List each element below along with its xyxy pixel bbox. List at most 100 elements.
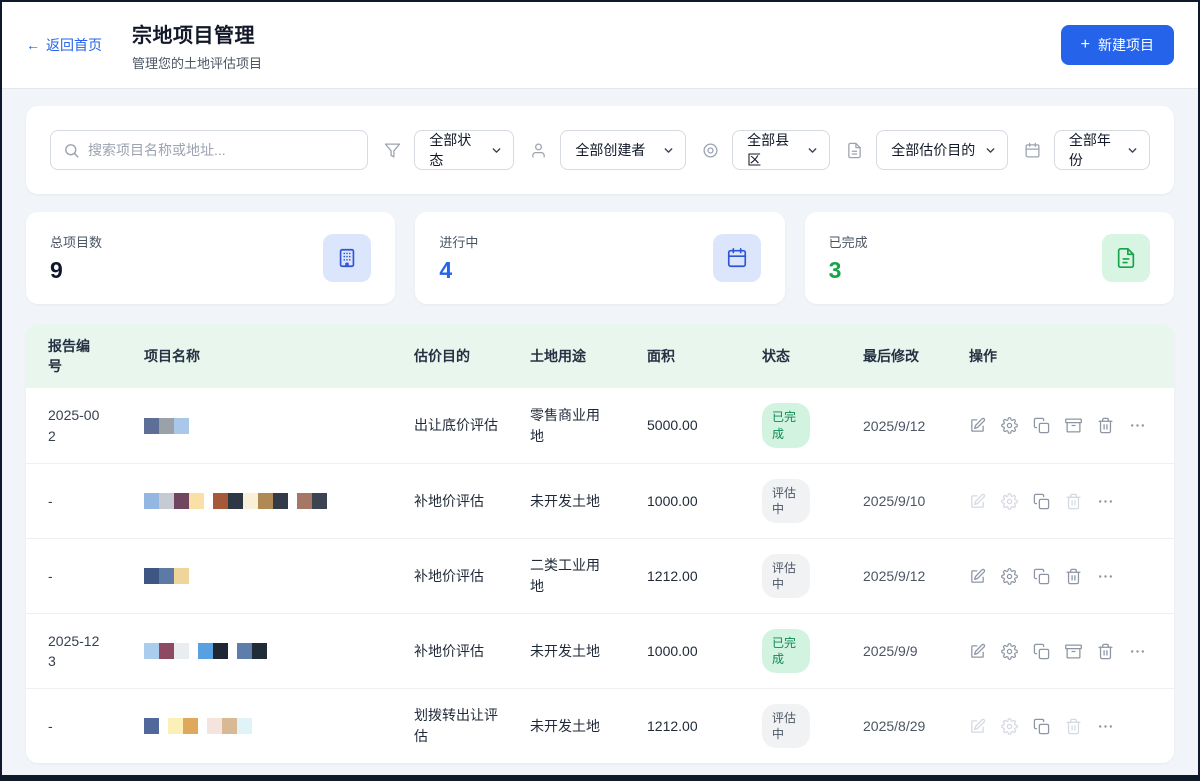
redaction-block — [207, 718, 222, 734]
settings-icon[interactable] — [1001, 568, 1018, 585]
area-value: 1000.00 — [647, 493, 698, 509]
purpose-filter-select[interactable]: 全部估价目的 — [876, 130, 1008, 170]
search-icon — [63, 142, 80, 159]
settings-icon[interactable] — [1001, 643, 1018, 660]
more-icon[interactable] — [1129, 417, 1146, 434]
valuation-purpose: 补地价评估 — [414, 491, 508, 512]
redaction-gap — [228, 643, 237, 659]
location-icon — [702, 142, 719, 159]
col-header-land-use: 土地用途 — [530, 346, 647, 366]
plus-icon: + — [1081, 37, 1090, 53]
creator-filter-select[interactable]: 全部创建者 — [560, 130, 686, 170]
settings-icon[interactable] — [1001, 417, 1018, 434]
project-name-redacted — [144, 493, 414, 509]
copy-icon[interactable] — [1033, 568, 1050, 585]
table-row: -补地价评估二类工业用地1212.00m²评估中2025/9/12 — [26, 538, 1174, 613]
area-value: 1000.00 — [647, 643, 698, 659]
redaction-block — [273, 493, 288, 509]
edit-icon[interactable] — [969, 568, 986, 585]
col-header-purpose: 估价目的 — [414, 346, 530, 366]
project-name-redacted — [144, 643, 414, 659]
redaction-block — [144, 493, 159, 509]
back-link-label: 返回首页 — [46, 35, 102, 55]
edit-icon — [969, 493, 986, 510]
row-actions — [969, 718, 1152, 735]
archive-icon[interactable] — [1065, 643, 1082, 660]
edit-icon[interactable] — [969, 643, 986, 660]
chevron-down-icon — [662, 144, 675, 157]
col-header-actions: 操作 — [969, 346, 1152, 366]
valuation-purpose: 划拨转出让评估 — [414, 705, 508, 747]
edit-icon[interactable] — [969, 417, 986, 434]
chevron-down-icon — [984, 144, 997, 157]
more-icon[interactable] — [1097, 493, 1114, 510]
year-filter-select[interactable]: 全部年份 — [1054, 130, 1150, 170]
table-body: 2025-002出让底价评估零售商业用地5000.00m²已完成2025/9/1… — [26, 388, 1174, 763]
redaction-block — [168, 718, 183, 734]
archive-icon[interactable] — [1065, 417, 1082, 434]
copy-icon[interactable] — [1033, 417, 1050, 434]
chevron-down-icon — [806, 144, 819, 157]
edit-icon — [969, 718, 986, 735]
status-filter-select[interactable]: 全部状态 — [414, 130, 514, 170]
col-header-area: 面积 — [647, 346, 762, 366]
delete-icon — [1065, 718, 1082, 735]
creator-filter-value: 全部创建者 — [575, 140, 645, 160]
delete-icon[interactable] — [1097, 643, 1114, 660]
copy-icon[interactable] — [1033, 493, 1050, 510]
stat-label: 已完成 — [829, 232, 868, 251]
redaction-block — [183, 718, 198, 734]
row-actions — [969, 493, 1152, 510]
redaction-block — [144, 718, 159, 734]
col-header-status: 状态 — [762, 346, 863, 366]
area: 1212.00m² — [647, 716, 762, 737]
redaction-block — [213, 493, 228, 509]
table-header-row: 报告编号 项目名称 估价目的 土地用途 面积 状态 最后修改 操作 — [26, 324, 1174, 388]
valuation-purpose: 补地价评估 — [414, 641, 508, 662]
report-no: - — [48, 716, 104, 736]
main-content: 全部状态 全部创建者 全部县区 全部估价目的 — [2, 89, 1198, 763]
redaction-block — [258, 493, 273, 509]
row-actions — [969, 568, 1152, 585]
redaction-block — [144, 643, 159, 659]
delete-icon[interactable] — [1097, 417, 1114, 434]
app-window: ← 返回首页 宗地项目管理 管理您的土地评估项目 + 新建项目 全部状态 — [0, 0, 1200, 781]
stat-value: 4 — [439, 257, 478, 284]
last-modified-date: 2025/9/12 — [863, 568, 969, 584]
new-project-button[interactable]: + 新建项目 — [1061, 25, 1174, 65]
stat-label: 总项目数 — [50, 232, 102, 251]
redaction-block — [159, 493, 174, 509]
title-block: 宗地项目管理 管理您的土地评估项目 — [132, 19, 262, 72]
redaction-gap — [288, 493, 297, 509]
search-input[interactable] — [88, 142, 355, 158]
redaction-block — [189, 493, 204, 509]
report-no: 2025-123 — [48, 631, 104, 672]
land-use: 二类工业用地 — [530, 555, 610, 597]
report-no: - — [48, 566, 104, 586]
redaction-block — [213, 643, 228, 659]
more-icon[interactable] — [1097, 718, 1114, 735]
district-filter-select[interactable]: 全部县区 — [732, 130, 830, 170]
year-filter-value: 全部年份 — [1069, 130, 1118, 170]
purpose-filter-value: 全部估价目的 — [891, 140, 975, 160]
area-value: 5000.00 — [647, 417, 698, 433]
report-no: - — [48, 491, 104, 511]
status-badge: 已完成 — [762, 403, 810, 447]
settings-icon — [1001, 493, 1018, 510]
redaction-block — [312, 493, 327, 509]
more-icon[interactable] — [1129, 643, 1146, 660]
back-to-home-link[interactable]: ← 返回首页 — [26, 35, 102, 55]
area-value: 1212.00 — [647, 568, 698, 584]
copy-icon[interactable] — [1033, 643, 1050, 660]
delete-icon — [1065, 493, 1082, 510]
redaction-gap — [189, 643, 198, 659]
more-icon[interactable] — [1097, 568, 1114, 585]
table-row: 2025-002出让底价评估零售商业用地5000.00m²已完成2025/9/1… — [26, 388, 1174, 463]
valuation-purpose: 出让底价评估 — [414, 415, 508, 436]
area: 5000.00m² — [647, 415, 762, 436]
copy-icon[interactable] — [1033, 718, 1050, 735]
redaction-block — [222, 718, 237, 734]
redaction-block — [252, 643, 267, 659]
project-name-redacted — [144, 418, 414, 434]
delete-icon[interactable] — [1065, 568, 1082, 585]
